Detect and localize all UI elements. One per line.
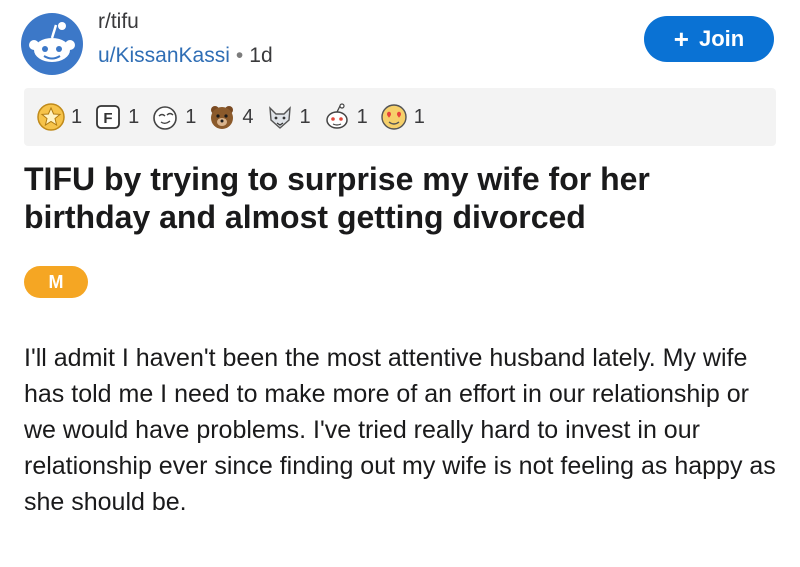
award-item[interactable]: 1 [322,102,368,132]
plus-icon: + [673,24,689,54]
award-count: 1 [128,105,140,128]
award-item[interactable]: 1 [379,102,425,132]
snoo-face-award-icon [325,103,348,129]
award-item[interactable]: 1 [150,102,196,132]
award-count: 1 [356,105,368,128]
join-button-label: Join [698,26,745,51]
subreddit-avatar[interactable] [20,12,84,76]
award-count: 4 [242,105,254,128]
reddit-alien-icon [21,13,83,75]
doge-face-award-icon [153,106,178,130]
award-count: 1 [185,105,197,128]
post-flair[interactable]: M [24,266,88,298]
post-title[interactable]: TIFU by trying to surprise my wife for h… [24,160,764,236]
meta-separator: • [235,44,244,67]
post-body: I'll admit I haven't been the most atten… [24,344,776,516]
wolf-award-icon [268,106,291,129]
f-press-award-icon: F [96,105,121,129]
award-item[interactable]: 4 [207,102,254,132]
svg-text:F: F [104,110,113,127]
post-header: r/tifu u/KissanKassi • 1d + Join [0,0,800,84]
awards-bar[interactable]: 1 F 1 1 4 1 1 1 [24,88,776,146]
join-button[interactable]: + Join [644,16,774,62]
award-count: 1 [413,105,425,128]
gold-star-award-icon [37,103,65,131]
award-item[interactable]: 1 [36,102,82,132]
heart-eyes-award-icon [381,104,407,130]
post-meta: u/KissanKassi • 1d [98,44,273,68]
bear-award-icon [211,106,234,129]
award-item[interactable]: 1 [265,102,311,132]
post-age: 1d [249,44,273,67]
award-item[interactable]: F 1 [93,102,139,132]
award-count: 1 [299,105,311,128]
award-count: 1 [71,105,83,128]
subreddit-name[interactable]: r/tifu [98,10,139,34]
author-link[interactable]: u/KissanKassi [98,44,230,67]
